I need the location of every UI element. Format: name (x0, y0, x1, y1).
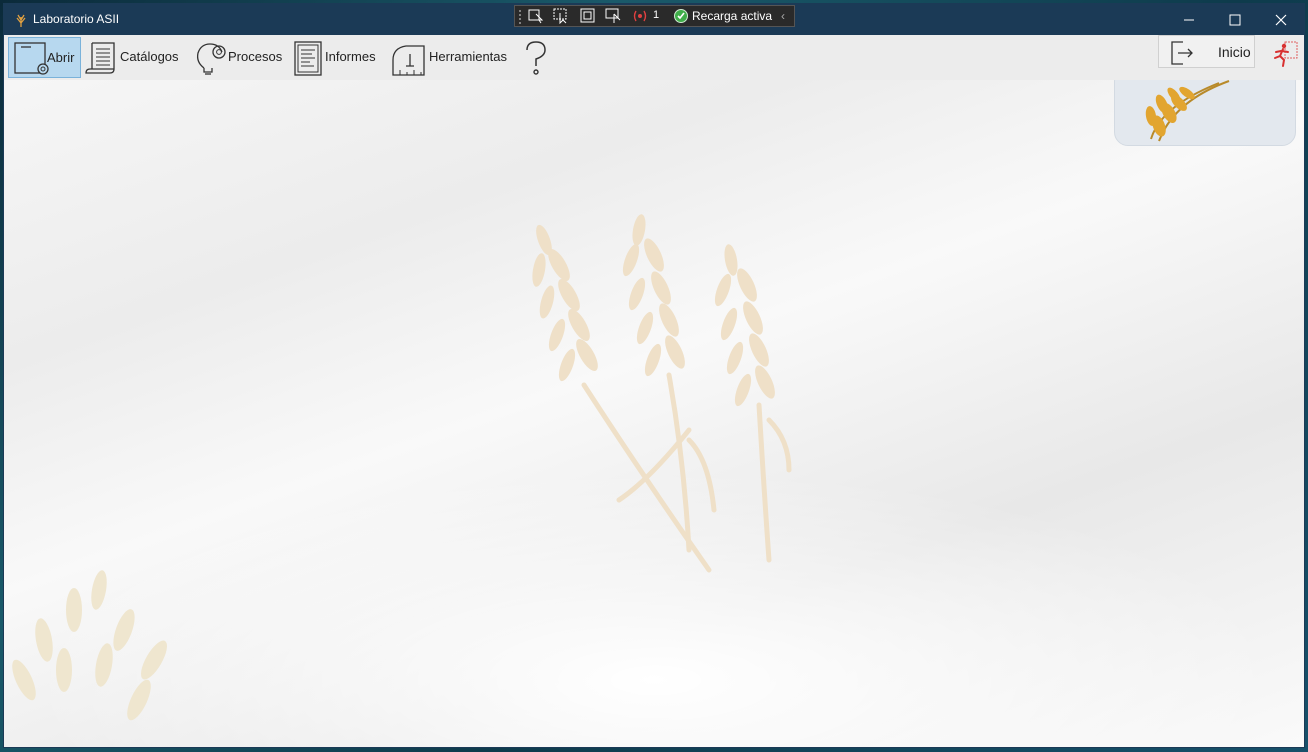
inicio-button[interactable]: Inicio (1158, 35, 1255, 68)
select-element-icon[interactable] (527, 8, 545, 24)
title-bar[interactable]: Laboratorio ASII 1 Recarga activa ‹ (4, 4, 1304, 35)
binding-failures-count: 1 (653, 9, 660, 21)
binding-failures-icon[interactable] (633, 8, 647, 24)
question-icon (526, 41, 546, 75)
abrir-button[interactable]: Abrir (8, 37, 81, 78)
procesos-button[interactable]: Procesos (192, 37, 284, 78)
wheat-logo-icon (1145, 80, 1230, 142)
main-content-area (4, 80, 1304, 747)
informes-label: Informes (325, 49, 376, 64)
collapse-toolbar-button[interactable]: ‹ (781, 9, 785, 23)
report-document-icon (294, 41, 322, 76)
wheat-corner-watermark-icon (12, 570, 167, 721)
catalog-scroll-icon (85, 42, 115, 74)
catalogos-label: Catálogos (120, 49, 179, 64)
help-button[interactable] (520, 37, 554, 78)
minimize-button[interactable] (1166, 4, 1212, 35)
running-man-exit-icon (1274, 41, 1298, 67)
app-window: Laboratorio ASII 1 Recarga activa ‹ Abri… (4, 4, 1304, 747)
maximize-button[interactable] (1212, 4, 1258, 35)
pointer-select-icon[interactable] (553, 8, 571, 25)
hot-reload-status-icon (674, 9, 688, 23)
app-logo-icon (16, 14, 26, 27)
window-title: Laboratorio ASII (33, 12, 120, 26)
track-focus-icon[interactable] (605, 8, 623, 24)
catalogos-button[interactable]: Catálogos (84, 37, 184, 78)
lightbulb-gear-icon (196, 43, 226, 75)
wheat-logo-card (1114, 80, 1296, 146)
herramientas-button[interactable]: Herramientas (390, 37, 508, 78)
debug-toolbar: 1 Recarga activa ‹ (514, 5, 795, 27)
herramientas-label: Herramientas (429, 49, 508, 64)
tools-protractor-icon (392, 45, 425, 76)
abrir-label: Abrir (47, 50, 75, 65)
main-toolbar: Abrir Catálogos Procesos Informes Herram… (4, 35, 1304, 80)
wheat-watermark-icon (532, 214, 792, 573)
exit-runner-button[interactable] (1272, 40, 1300, 68)
hot-reload-status[interactable]: Recarga activa (692, 9, 772, 23)
grip-icon[interactable] (518, 9, 522, 24)
inicio-label: Inicio (1218, 44, 1251, 60)
layout-adorner-icon[interactable] (579, 8, 597, 24)
sign-out-icon (1171, 41, 1193, 65)
informes-button[interactable]: Informes (292, 37, 376, 78)
close-button[interactable] (1258, 4, 1304, 35)
procesos-label: Procesos (228, 49, 283, 64)
